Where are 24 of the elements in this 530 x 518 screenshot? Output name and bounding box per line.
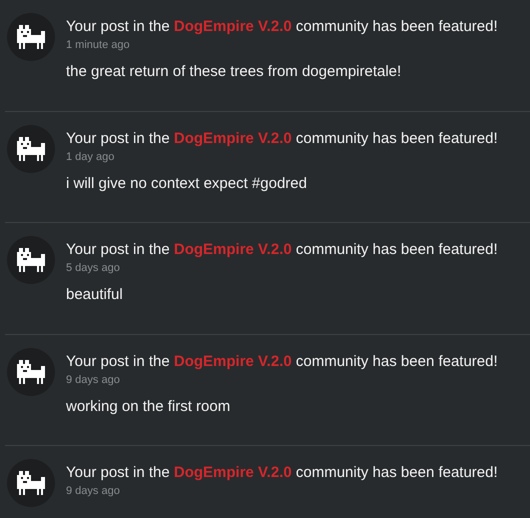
avatar[interactable] xyxy=(7,348,55,396)
post-text: beautiful xyxy=(66,285,124,305)
notification-title: Your post in the DogEmpire V.2.0 community has been featured! xyxy=(66,463,498,483)
avatar[interactable] xyxy=(7,124,55,172)
dog-icon xyxy=(15,358,47,386)
avatar[interactable] xyxy=(7,459,55,507)
timestamp: 9 days ago xyxy=(66,372,121,386)
timestamp: 9 days ago xyxy=(66,484,121,498)
timestamp: 1 minute ago xyxy=(66,38,131,52)
dog-icon xyxy=(15,469,47,497)
timestamp: 1 day ago xyxy=(66,150,116,164)
notification-title: Your post in the DogEmpire V.2.0 community has been featured! xyxy=(66,240,498,260)
dog-icon xyxy=(15,246,47,274)
avatar[interactable] xyxy=(7,13,55,61)
dog-icon xyxy=(15,134,47,162)
avatar[interactable] xyxy=(7,236,55,284)
dog-icon xyxy=(15,23,47,51)
notification-title: Your post in the DogEmpire V.2.0 community has been featured! xyxy=(66,17,498,37)
post-text: i will give no context expect #godred xyxy=(66,174,308,194)
timestamp: 5 days ago xyxy=(66,261,121,275)
notification-title: Your post in the DogEmpire V.2.0 community has been featured! xyxy=(66,128,498,148)
post-text: the great return of these trees from dogempiretale! xyxy=(66,62,402,82)
post-text: working on the first room xyxy=(66,396,232,416)
notification-title: Your post in the DogEmpire V.2.0 community has been featured! xyxy=(66,352,498,372)
